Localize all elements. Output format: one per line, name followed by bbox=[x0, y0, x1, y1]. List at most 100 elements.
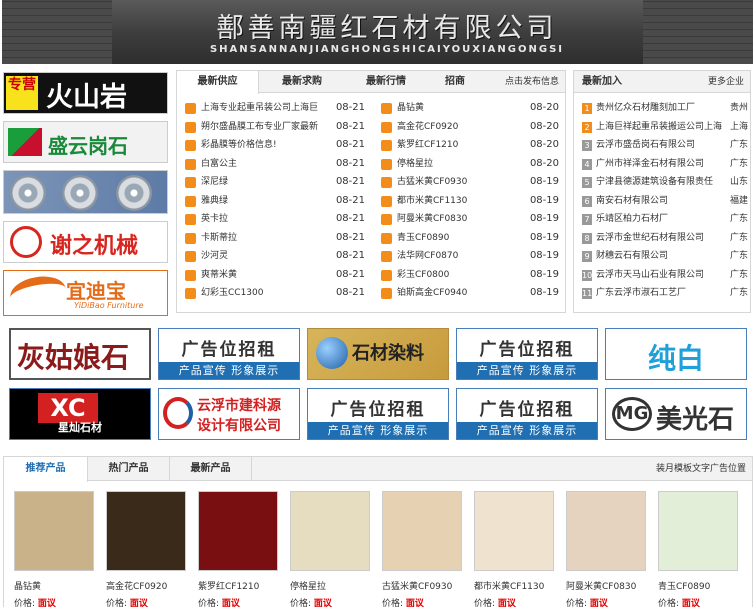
news-item[interactable]: 都市米黄CF1130 08-19 bbox=[381, 192, 559, 211]
ad-volcanic-rock[interactable]: 专营 火山岩 bbox=[3, 72, 168, 114]
news-item[interactable]: 青玉CF0890 08-19 bbox=[381, 229, 559, 248]
tab-investment[interactable]: 招商 bbox=[427, 71, 483, 93]
product-name[interactable]: 紫罗红CF1210 bbox=[198, 579, 280, 592]
ad-slot-rent[interactable]: 广告位招租 产品宣传 形象展示 bbox=[456, 328, 598, 380]
news-item[interactable]: 古猛米黄CF0930 08-19 bbox=[381, 173, 559, 192]
news-item[interactable]: 卡斯蒂拉 08-21 bbox=[185, 229, 365, 248]
news-title: 彩玉CF0800 bbox=[397, 269, 450, 280]
product-item[interactable]: 都市米黄CF1130 价格: 面议 bbox=[474, 491, 556, 607]
product-item[interactable]: 阿曼米黄CF0830 价格: 面议 bbox=[566, 491, 648, 607]
ad-saw-blades[interactable] bbox=[3, 170, 168, 214]
ad-yidibao[interactable]: 宜迪宝 YiDiBao Furniture bbox=[3, 270, 168, 316]
member-item[interactable]: 10 云浮市天马山石业有限公司 广东 bbox=[582, 266, 748, 285]
tab-latest-supply[interactable]: 最新供应 bbox=[177, 71, 259, 94]
member-item[interactable]: 11 广东云浮市淑石工艺厂 广东 bbox=[582, 284, 748, 303]
tab-newest[interactable]: 最新产品 bbox=[170, 457, 252, 481]
tab-popular[interactable]: 热门产品 bbox=[88, 457, 170, 481]
product-name[interactable]: 晶钻黄 bbox=[14, 579, 96, 592]
product-image[interactable] bbox=[198, 491, 278, 571]
price-label: 价格: bbox=[198, 599, 220, 607]
news-item[interactable]: 上海专业起重吊装公司上海巨 08-21 bbox=[185, 99, 365, 118]
news-date: 08-21 bbox=[335, 139, 365, 150]
product-item[interactable]: 青玉CF0890 价格: 面议 bbox=[658, 491, 740, 607]
product-name[interactable]: 停格星拉 bbox=[290, 579, 372, 592]
news-item[interactable]: 晶钻黄 08-20 bbox=[381, 99, 559, 118]
news-item[interactable]: 法华网CF0870 08-19 bbox=[381, 247, 559, 266]
member-item[interactable]: 9 财穗云石有限公司 广东 bbox=[582, 247, 748, 266]
member-region: 广东 bbox=[729, 140, 748, 150]
news-item[interactable]: 彩玉CF0800 08-19 bbox=[381, 266, 559, 285]
news-date: 08-21 bbox=[335, 231, 365, 243]
product-item[interactable]: 紫罗红CF1210 价格: 面议 bbox=[198, 491, 280, 607]
news-bullet-icon bbox=[185, 140, 196, 151]
ad-rent-title: 广告位招租 bbox=[181, 340, 277, 360]
product-image[interactable] bbox=[290, 491, 370, 571]
product-image[interactable] bbox=[14, 491, 94, 571]
product-name[interactable]: 阿曼米黄CF0830 bbox=[566, 579, 648, 592]
news-item[interactable]: 爽蒂米黄 08-21 bbox=[185, 266, 365, 285]
news-item[interactable]: 幻彩玉CC1300 08-21 bbox=[185, 284, 365, 303]
product-image[interactable] bbox=[106, 491, 186, 571]
news-item[interactable]: 阿曼米黄CF0830 08-19 bbox=[381, 210, 559, 229]
product-name[interactable]: 都市米黄CF1130 bbox=[474, 579, 556, 592]
member-item[interactable]: 1 贵州亿众石材雕刻加工厂 贵州 bbox=[582, 99, 748, 118]
tab-recommended[interactable]: 推荐产品 bbox=[4, 457, 88, 482]
ad-yunfu-design[interactable]: 云浮市建科源 设计有限公司 bbox=[158, 388, 300, 440]
product-item[interactable]: 晶钻黄 价格: 面议 bbox=[14, 491, 96, 607]
member-item[interactable]: 4 广州市祥泽金石材有限公司 广东 bbox=[582, 155, 748, 174]
more-companies-link[interactable]: 更多企业 bbox=[708, 71, 744, 93]
dye-ball-icon bbox=[316, 337, 348, 369]
news-item[interactable]: 深尼绿 08-21 bbox=[185, 173, 365, 192]
product-image[interactable] bbox=[474, 491, 554, 571]
ad-xingcan-stone[interactable]: XC 星灿石材 bbox=[9, 388, 151, 440]
product-item[interactable]: 停格星拉 价格: 面议 bbox=[290, 491, 372, 607]
text-ad-position: 装月模板文字广告位置 bbox=[655, 464, 746, 474]
ad-rent-sub: 产品宣传 形象展示 bbox=[308, 422, 448, 439]
tab-latest-market[interactable]: 最新行情 bbox=[345, 71, 427, 93]
product-name[interactable]: 高金花CF0920 bbox=[106, 579, 188, 592]
news-item[interactable]: 白富公主 08-21 bbox=[185, 155, 365, 174]
member-item[interactable]: 5 宁津县德源建筑设备有限责任 山东 bbox=[582, 173, 748, 192]
news-item[interactable]: 铂斯高金CF0940 08-19 bbox=[381, 284, 559, 303]
product-item[interactable]: 高金花CF0920 价格: 面议 bbox=[106, 491, 188, 607]
ad-huiguniang[interactable]: 灰姑娘石材 bbox=[9, 328, 151, 380]
ad-shengyun-granite[interactable]: 盛云岗石 bbox=[3, 121, 168, 163]
news-bullet-icon bbox=[381, 177, 392, 188]
rank-badge: 3 bbox=[582, 140, 592, 151]
ad-slot-rent[interactable]: 广告位招租 产品宣传 形象展示 bbox=[307, 388, 449, 440]
news-item[interactable]: 高金花CF0920 08-20 bbox=[381, 118, 559, 137]
product-name[interactable]: 青玉CF0890 bbox=[658, 579, 740, 592]
product-image[interactable] bbox=[382, 491, 462, 571]
news-item[interactable]: 紫罗红CF1210 08-20 bbox=[381, 136, 559, 155]
product-image[interactable] bbox=[566, 491, 646, 571]
member-company: 云浮市盛岳岗石有限公司 bbox=[596, 140, 696, 150]
ad-slot-rent[interactable]: 广告位招租 产品宣传 形象展示 bbox=[456, 388, 598, 440]
member-item[interactable]: 2 上海巨祥起重吊装搬运公司上海 上海 bbox=[582, 118, 748, 137]
news-date: 08-21 bbox=[335, 194, 365, 206]
news-bullet-icon bbox=[185, 269, 196, 281]
product-name[interactable]: 古猛米黄CF0930 bbox=[382, 579, 464, 592]
news-item[interactable]: 彩晶膜等价格信息! 08-21 bbox=[185, 136, 365, 155]
member-item[interactable]: 3 云浮市盛岳岗石有限公司 广东 bbox=[582, 136, 748, 155]
news-item[interactable]: 朔尔盛晶膜工布专业厂家最新 08-21 bbox=[185, 118, 365, 137]
ad-pure-white[interactable]: 纯白 bbox=[605, 328, 747, 380]
news-item[interactable]: 雅典绿 08-21 bbox=[185, 192, 365, 211]
ad-stone-dye[interactable]: 石材染料 bbox=[307, 328, 449, 380]
post-info-link[interactable]: 点击发布信息 bbox=[505, 71, 559, 93]
product-item[interactable]: 古猛米黄CF0930 价格: 面议 bbox=[382, 491, 464, 607]
price-value: 面议 bbox=[405, 599, 424, 607]
ad-slot-rent[interactable]: 广告位招租 产品宣传 形象展示 bbox=[158, 328, 300, 380]
news-item[interactable]: 沙河灵 08-21 bbox=[185, 247, 365, 266]
ad-meiguang-stone[interactable]: MG 美光石材 bbox=[605, 388, 747, 440]
news-item[interactable]: 英卡拉 08-21 bbox=[185, 210, 365, 229]
member-region: 广东 bbox=[729, 251, 748, 261]
product-image[interactable] bbox=[658, 491, 738, 571]
member-item[interactable]: 6 南安石材有限公司 福建 bbox=[582, 192, 748, 211]
member-item[interactable]: 8 云浮市金世纪石材有限公司 广东 bbox=[582, 229, 748, 248]
member-company: 广东云浮市淑石工艺厂 bbox=[596, 288, 687, 298]
price-label: 价格: bbox=[566, 599, 588, 607]
tab-latest-demand[interactable]: 最新求购 bbox=[261, 71, 343, 93]
member-item[interactable]: 7 乐靖区柏力石材厂 广东 bbox=[582, 210, 748, 229]
news-item[interactable]: 停格星拉 08-20 bbox=[381, 155, 559, 174]
ad-xiezhi-machinery[interactable]: 谢之机械 bbox=[3, 221, 168, 263]
